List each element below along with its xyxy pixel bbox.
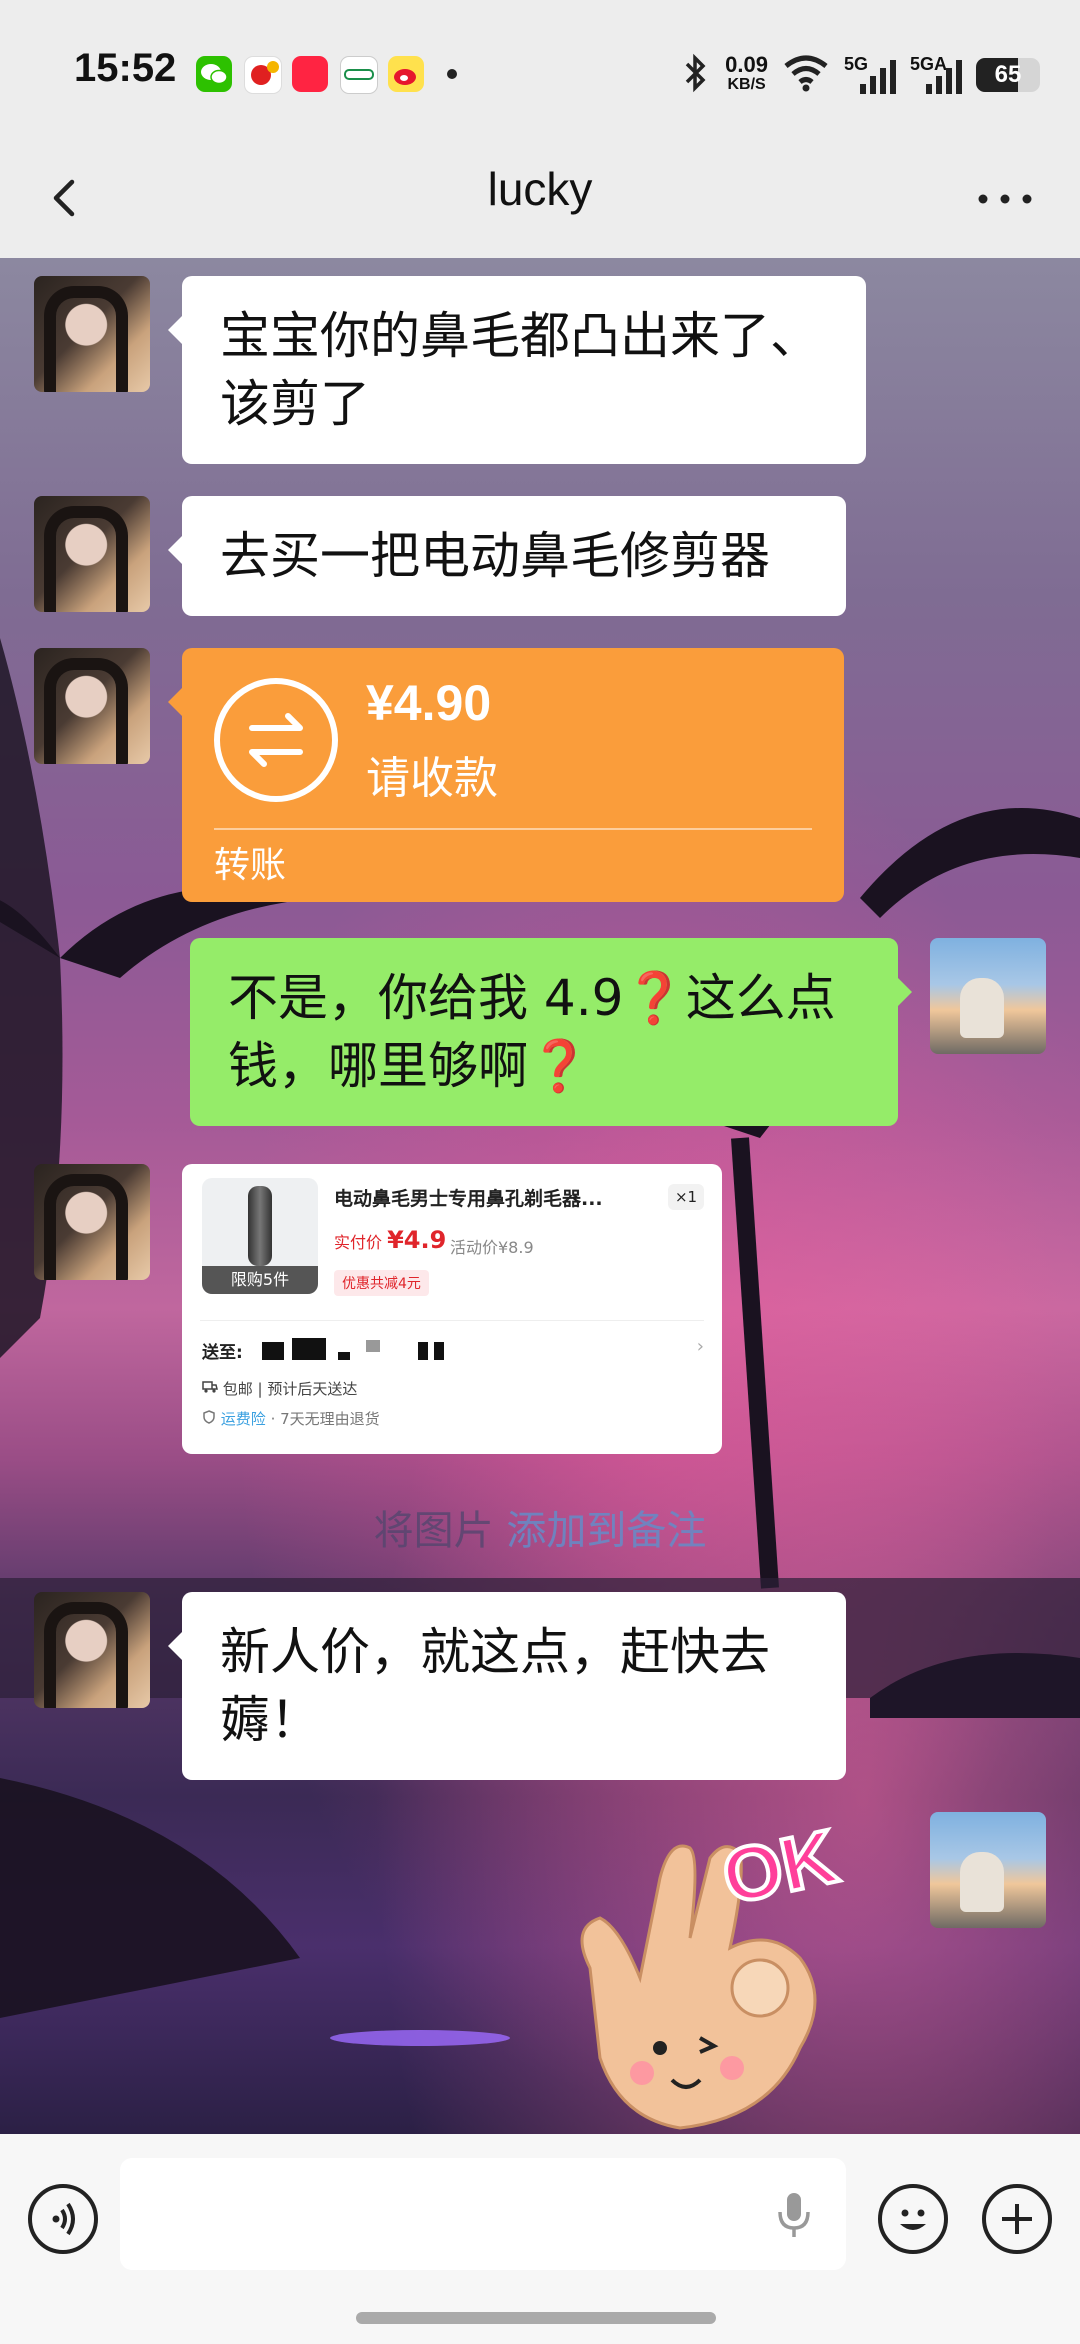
question-mark-icon: ❓ bbox=[623, 969, 686, 1027]
weibo-icon bbox=[388, 56, 424, 92]
message-input[interactable] bbox=[120, 2158, 846, 2270]
net-speed-value: 0.09 bbox=[725, 52, 768, 77]
net-speed: 0.09 KB/S bbox=[725, 52, 768, 95]
chat-area[interactable]: 宝宝你的鼻毛都凸出来了、该剪了 去买一把电动鼻毛修剪器 ¥4.90 请收款 转账… bbox=[0, 258, 1080, 2134]
price-label: 实付价 bbox=[334, 1233, 383, 1252]
message-text: 去买一把电动鼻毛修剪器 bbox=[220, 527, 770, 585]
original-price: 活动价¥8.9 bbox=[450, 1238, 534, 1257]
bluetooth-icon bbox=[681, 53, 711, 98]
system-indicators: 0.09 KB/S 5G 5GA 65 bbox=[681, 52, 1040, 98]
product-quantity: ×1 bbox=[668, 1184, 704, 1210]
chat-header: lucky bbox=[0, 140, 1080, 258]
redacted-address bbox=[434, 1342, 444, 1360]
message-text: 新人价，就这点，赶快去薅！ bbox=[220, 1623, 770, 1749]
more-notifications-dot bbox=[447, 69, 457, 79]
home-indicator[interactable] bbox=[356, 2312, 716, 2324]
battery-text: 65 bbox=[994, 61, 1022, 88]
redacted-address bbox=[418, 1342, 428, 1360]
chevron-right-icon: › bbox=[696, 1336, 704, 1357]
avatar-her[interactable] bbox=[34, 1592, 150, 1708]
message-bubble[interactable]: 去买一把电动鼻毛修剪器 bbox=[168, 496, 846, 616]
limit-badge: 限购5件 bbox=[202, 1266, 318, 1294]
coupon-badge: 优惠共减4元 bbox=[334, 1270, 429, 1296]
more-button[interactable] bbox=[970, 164, 1040, 234]
avatar-her[interactable] bbox=[34, 496, 150, 612]
shipping-info: 包邮 | 预计后天送达 bbox=[202, 1378, 357, 1399]
more-actions-button[interactable] bbox=[982, 2184, 1052, 2254]
question-mark-icon: ❓ bbox=[528, 1037, 591, 1095]
avatar-her[interactable] bbox=[34, 1164, 150, 1280]
transfer-label: 转账 bbox=[214, 845, 287, 886]
input-bar bbox=[0, 2134, 1080, 2344]
shipping-text: 包邮 | 预计后天送达 bbox=[222, 1380, 358, 1398]
message-bubble[interactable]: 不是，你给我 4.9❓这么点钱，哪里够啊❓ bbox=[190, 938, 912, 1126]
xiaohongshu-icon bbox=[292, 56, 328, 92]
net-speed-unit: KB/S bbox=[727, 76, 766, 93]
transfer-amount: ¥4.90 bbox=[366, 675, 492, 731]
product-image: 限购5件 bbox=[202, 1178, 318, 1294]
wechat-icon bbox=[196, 56, 232, 92]
transfer-icon bbox=[214, 678, 338, 802]
status-time: 15:52 bbox=[74, 46, 177, 90]
product-price: 实付价 ¥4.9 bbox=[334, 1226, 446, 1254]
avatar-me[interactable] bbox=[930, 938, 1046, 1054]
wifi-icon bbox=[782, 54, 830, 97]
system-hint[interactable]: 将图片 添加到备注 bbox=[0, 1498, 1080, 1556]
avatar-me[interactable] bbox=[930, 1812, 1046, 1928]
sticker-text: OK bbox=[715, 1818, 844, 1921]
redacted-address bbox=[292, 1338, 326, 1360]
insurance-info: 运费险 · 7天无理由退货 bbox=[202, 1408, 380, 1429]
price-value: ¥4.9 bbox=[387, 1226, 447, 1254]
transfer-card[interactable]: ¥4.90 请收款 转账 bbox=[168, 648, 844, 902]
divider bbox=[200, 1320, 704, 1321]
plus-icon bbox=[1002, 2204, 1032, 2234]
ok-hand-icon: OK bbox=[580, 1812, 846, 2130]
chat-title: lucky bbox=[487, 163, 593, 215]
avatar-her[interactable] bbox=[34, 648, 150, 764]
battery-icon: 65 bbox=[976, 58, 1040, 92]
truck-icon bbox=[202, 1381, 218, 1393]
ship-to-label: 送至: bbox=[202, 1343, 243, 1363]
oppo-icon bbox=[340, 56, 378, 94]
add-to-note-link[interactable]: 添加到备注 bbox=[506, 1508, 706, 1554]
avatar-her[interactable] bbox=[34, 276, 150, 392]
product-card[interactable]: 限购5件 电动鼻毛男士专用鼻孔剃毛器... ×1 实付价 ¥4.9 活动价¥8.… bbox=[182, 1164, 722, 1454]
message-bubble[interactable]: 新人价，就这点，赶快去薅！ bbox=[168, 1592, 846, 1780]
insurance-label: 运费险 bbox=[220, 1410, 266, 1428]
emoji-button[interactable] bbox=[878, 2184, 948, 2254]
divider bbox=[214, 828, 812, 830]
signal-sim1-icon: 5G bbox=[844, 54, 896, 96]
microphone-icon[interactable] bbox=[774, 2190, 814, 2240]
shield-icon bbox=[203, 1410, 215, 1424]
emoji-icon bbox=[900, 2209, 926, 2230]
signal-sim2-icon: 5GA bbox=[910, 54, 962, 96]
more-dots-icon bbox=[978, 194, 1032, 204]
redacted-address bbox=[262, 1342, 284, 1360]
trimmer-image bbox=[248, 1186, 272, 1266]
redacted-address bbox=[366, 1340, 380, 1352]
product-name: 电动鼻毛男士专用鼻孔剃毛器... bbox=[334, 1188, 603, 1210]
message-text: 不是，你给我 4.9 bbox=[228, 969, 624, 1027]
voice-toggle-button[interactable] bbox=[28, 2184, 98, 2254]
insurance-text: · 7天无理由退货 bbox=[270, 1410, 380, 1428]
hint-text: 将图片 bbox=[373, 1508, 507, 1554]
voice-icon bbox=[52, 2202, 75, 2236]
app-icon bbox=[244, 56, 282, 94]
transfer-status: 请收款 bbox=[366, 753, 498, 804]
status-bar: 15:52 0.09 KB/S 5G 5GA 65 bbox=[0, 0, 1080, 140]
redacted-address bbox=[338, 1352, 350, 1360]
message-bubble[interactable]: 宝宝你的鼻毛都凸出来了、该剪了 bbox=[168, 276, 866, 464]
message-text: 宝宝你的鼻毛都凸出来了、该剪了 bbox=[220, 307, 820, 433]
ok-hand-sticker[interactable]: OK bbox=[550, 1812, 870, 2134]
